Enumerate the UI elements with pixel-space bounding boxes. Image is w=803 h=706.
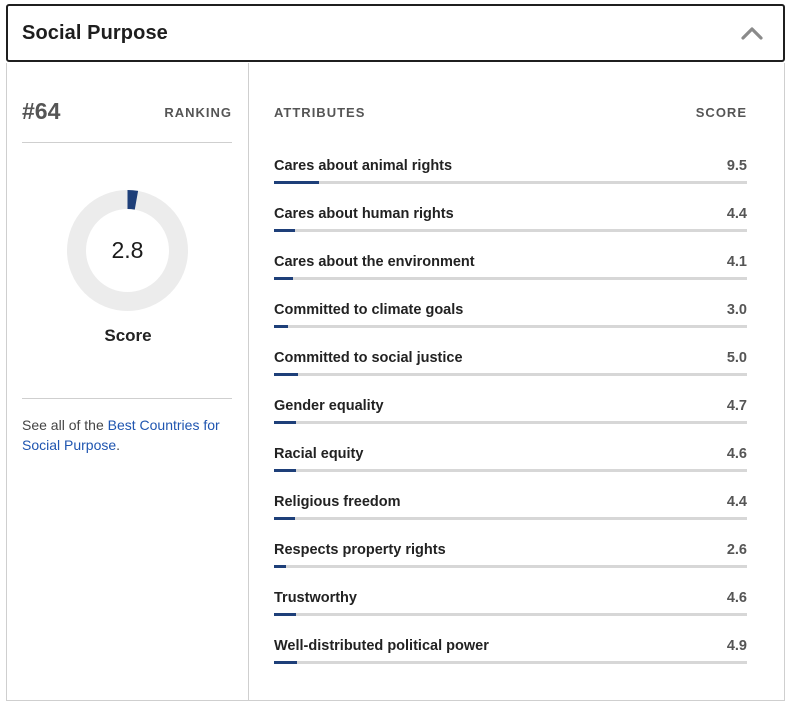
attribute-score: 4.1	[726, 254, 747, 270]
attribute-score: 9.5	[726, 158, 747, 174]
score-bar-fill	[274, 517, 295, 520]
attribute-row: Religious freedom 4.4	[274, 494, 747, 524]
divider	[22, 398, 232, 399]
attribute-score: 5.0	[726, 350, 747, 366]
ranking-number: #64	[22, 98, 61, 124]
attribute-score: 4.7	[726, 398, 747, 414]
chevron-up-icon[interactable]	[739, 20, 765, 46]
attribute-row: Cares about the environment 4.1	[274, 254, 747, 284]
score-bar-track	[274, 325, 747, 328]
score-bar-fill	[274, 277, 293, 280]
score-bar-track	[274, 613, 747, 616]
score-donut: 2.8	[67, 190, 188, 311]
ranking-label: RANKING	[164, 105, 232, 120]
score-bar-fill	[274, 229, 295, 232]
attribute-label: Committed to social justice	[274, 350, 463, 366]
attribute-label: Committed to climate goals	[274, 302, 464, 318]
attribute-score: 4.6	[726, 446, 747, 462]
attribute-label: Gender equality	[274, 398, 384, 414]
score-bar-track	[274, 565, 747, 568]
attributes-column: ATTRIBUTES SCORE Cares about animal righ…	[250, 63, 785, 700]
attribute-label: Religious freedom	[274, 494, 401, 510]
score-bar-fill	[274, 373, 298, 376]
attribute-label: Racial equity	[274, 446, 364, 462]
see-all-text: See all of the Best Countries for Social…	[22, 417, 220, 453]
attribute-score: 4.4	[726, 206, 747, 222]
score-bar-track	[274, 373, 747, 376]
section-header[interactable]: Social Purpose	[6, 4, 785, 62]
score-bar-track	[274, 661, 747, 664]
attribute-row: Committed to social justice 5.0	[274, 350, 747, 380]
score-bar-fill	[274, 325, 288, 328]
attribute-label: Cares about the environment	[274, 254, 475, 270]
attribute-label: Respects property rights	[274, 542, 446, 558]
score-bar-track	[274, 229, 747, 232]
attribute-score: 4.6	[726, 590, 747, 606]
attribute-row: Racial equity 4.6	[274, 446, 747, 476]
score-bar-track	[274, 517, 747, 520]
score-bar-fill	[274, 469, 296, 472]
attribute-label: Cares about animal rights	[274, 158, 453, 174]
attribute-label: Trustworthy	[274, 590, 357, 606]
score-bar-fill	[274, 565, 286, 568]
attribute-row: Cares about animal rights 9.5	[274, 158, 747, 188]
attribute-score: 4.9	[726, 638, 747, 654]
attribute-score: 2.6	[726, 542, 747, 558]
score-bar-track	[274, 421, 747, 424]
attribute-label: Cares about human rights	[274, 206, 454, 222]
score-label: Score	[104, 326, 152, 345]
section-title: Social Purpose	[22, 22, 168, 44]
score-bar-fill	[274, 181, 319, 184]
attributes-header: ATTRIBUTES	[274, 105, 366, 120]
score-bar-fill	[274, 421, 296, 424]
attribute-row: Committed to climate goals 3.0	[274, 302, 747, 332]
attribute-row: Gender equality 4.7	[274, 398, 747, 428]
score-header: SCORE	[695, 105, 747, 120]
divider	[22, 142, 232, 143]
score-bar-track	[274, 181, 747, 184]
score-bar-track	[274, 469, 747, 472]
section-panel: #64 RANKING 2.8 Score See all of the Bes…	[6, 63, 785, 701]
score-bar-fill	[274, 661, 297, 664]
attribute-row: Well-distributed political power 4.9	[274, 638, 747, 668]
ranking-column: #64 RANKING 2.8 Score See all of the Bes…	[7, 63, 249, 700]
score-bar-track	[274, 277, 747, 280]
attribute-row: Respects property rights 2.6	[274, 542, 747, 572]
attribute-score: 3.0	[726, 302, 747, 318]
score-bar-fill	[274, 613, 296, 616]
attribute-row: Cares about human rights 4.4	[274, 206, 747, 236]
attribute-label: Well-distributed political power	[274, 638, 489, 654]
attribute-score: 4.4	[726, 494, 747, 510]
attribute-row: Trustworthy 4.6	[274, 590, 747, 620]
score-value: 2.8	[111, 237, 144, 263]
